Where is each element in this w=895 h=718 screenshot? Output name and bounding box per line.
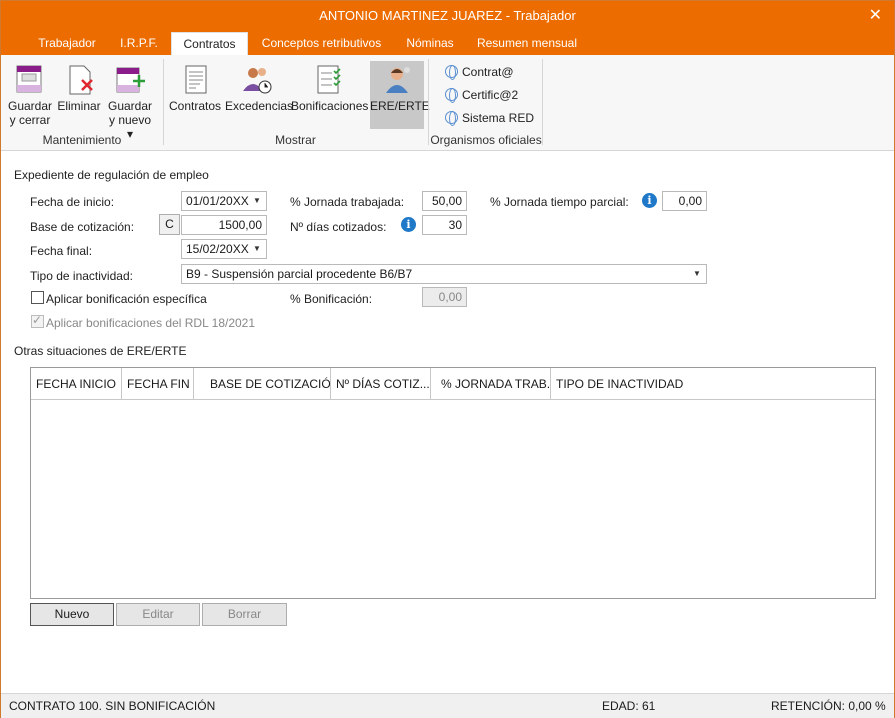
excedencias-button[interactable]: Excedencias — [225, 63, 294, 113]
ere-erte-button[interactable]: ERE/ERTE — [370, 61, 430, 129]
column-header-tipo-inactividad[interactable]: TIPO DE INACTIVIDAD — [551, 368, 875, 400]
contratos-button[interactable]: Contratos — [168, 63, 222, 113]
save-close-label-2: y cerrar — [9, 113, 51, 127]
title-bar: ANTONIO MARTINEZ JUAREZ - Trabajador ✕ — [1, 1, 894, 31]
checklist-icon — [312, 63, 346, 97]
globe-icon — [445, 65, 458, 80]
document-icon — [178, 63, 212, 97]
info-icon[interactable]: i — [401, 217, 416, 232]
jornada-label: % Jornada trabajada: — [290, 195, 405, 209]
column-header-base-cotizacion[interactable]: BASE DE COTIZACIÓN — [194, 368, 331, 400]
contrata-label: Contrat@ — [462, 65, 514, 79]
group-organismos-label: Organismos oficiales — [430, 133, 542, 147]
info-icon[interactable]: i — [642, 193, 657, 208]
tab-trabajador[interactable]: Trabajador — [28, 32, 106, 55]
base-calc-button[interactable]: C — [159, 214, 180, 235]
group-mostrar-label: Mostrar — [275, 133, 316, 147]
save-close-label-1: Guardar — [7, 99, 53, 113]
tab-contratos[interactable]: Contratos — [171, 32, 248, 55]
nuevo-button[interactable]: Nuevo — [30, 603, 114, 626]
dias-label: Nº días cotizados: — [290, 220, 387, 234]
tab-nominas[interactable]: Nóminas — [397, 32, 463, 55]
bonificacion-pct-label: % Bonificación: — [290, 292, 373, 306]
user-icon — [380, 63, 414, 97]
sistema-red-link[interactable]: Sistema RED — [445, 111, 535, 126]
fecha-inicio-value: 01/01/20XX — [186, 194, 249, 208]
ribbon-separator — [542, 59, 543, 145]
inactividad-label: Tipo de inactividad: — [30, 269, 133, 283]
save-close-icon — [13, 63, 47, 97]
delete-button[interactable]: Eliminar — [56, 63, 102, 113]
jornada-parcial-field[interactable]: 0,00 — [662, 191, 707, 211]
fecha-inicio-field[interactable]: 01/01/20XX ▼ — [181, 191, 267, 211]
chevron-down-icon[interactable]: ▼ — [688, 265, 706, 283]
column-header-fecha-fin[interactable]: FECHA FIN — [122, 368, 194, 400]
certifica2-link[interactable]: Certific@2 — [445, 88, 519, 103]
globe-icon — [445, 111, 458, 126]
grid-title: Otras situaciones de ERE/ERTE — [14, 344, 187, 358]
tab-bar: Trabajador I.R.P.F. Contratos Conceptos … — [1, 31, 894, 55]
status-retencion: RETENCIÓN: 0,00 % — [771, 699, 886, 713]
fecha-final-field[interactable]: 15/02/20XX ▼ — [181, 239, 267, 259]
borrar-button[interactable]: Borrar — [202, 603, 287, 626]
contratos-label: Contratos — [168, 99, 222, 113]
base-field[interactable]: 1500,00 — [181, 215, 267, 235]
bonificacion-checkbox-label: Aplicar bonificación específica — [46, 292, 207, 306]
sistema-red-label: Sistema RED — [462, 111, 535, 125]
window-title: ANTONIO MARTINEZ JUAREZ - Trabajador — [319, 8, 576, 23]
bonificacion-pct-field: 0,00 — [422, 287, 467, 307]
close-icon[interactable]: ✕ — [869, 1, 882, 31]
tab-irpf[interactable]: I.R.P.F. — [113, 32, 165, 55]
globe-icon — [445, 88, 458, 103]
save-close-button[interactable]: Guardar y cerrar — [7, 63, 53, 127]
save-new-label-1: Guardar — [107, 99, 153, 113]
chevron-down-icon[interactable]: ▼ — [248, 192, 266, 210]
inactividad-value: B9 - Suspensión parcial procedente B6/B7 — [186, 267, 413, 281]
fecha-final-value: 15/02/20XX — [186, 242, 249, 256]
status-bar: CONTRATO 100. SIN BONIFICACIÓN EDAD: 61 … — [1, 693, 894, 718]
bonificaciones-button[interactable]: Bonificaciones — [291, 63, 369, 113]
fecha-final-label: Fecha final: — [30, 244, 93, 258]
excedencias-label: Excedencias — [225, 99, 294, 113]
rdl-checkbox-label: Aplicar bonificaciones del RDL 18/2021 — [46, 316, 256, 330]
editar-button[interactable]: Editar — [116, 603, 200, 626]
column-header-fecha-inicio[interactable]: FECHA INICIO — [31, 368, 122, 400]
chevron-down-icon[interactable]: ▼ — [248, 240, 266, 258]
ribbon: Guardar y cerrar Eliminar Guardar y nuev… — [1, 55, 894, 151]
dias-field[interactable]: 30 — [422, 215, 467, 235]
contrata-link[interactable]: Contrat@ — [445, 65, 514, 80]
ere-erte-grid[interactable]: FECHA INICIO FECHA FIN BASE DE COTIZACIÓ… — [30, 367, 876, 599]
tab-resumen-mensual[interactable]: Resumen mensual — [471, 32, 583, 55]
check-icon: ✓ — [32, 313, 43, 327]
jornada-field[interactable]: 50,00 — [422, 191, 467, 211]
column-header-dias-cotizados[interactable]: Nº DÍAS COTIZ... — [331, 368, 431, 400]
ere-erte-label: ERE/ERTE — [370, 99, 430, 113]
bonificacion-checkbox[interactable] — [31, 291, 44, 304]
save-new-button[interactable]: Guardar y nuevo ▾ — [105, 63, 155, 141]
fecha-inicio-label: Fecha de inicio: — [30, 195, 115, 209]
jornada-parcial-label: % Jornada tiempo parcial: — [490, 195, 629, 209]
inactividad-select[interactable]: B9 - Suspensión parcial procedente B6/B7… — [181, 264, 707, 284]
worker-window: ANTONIO MARTINEZ JUAREZ - Trabajador ✕ T… — [0, 0, 895, 718]
bonificaciones-label: Bonificaciones — [291, 99, 369, 113]
delete-icon — [62, 63, 96, 97]
column-header-jornada[interactable]: % JORNADA TRAB... — [431, 368, 551, 400]
users-clock-icon — [240, 63, 274, 97]
status-contrato: CONTRATO 100. SIN BONIFICACIÓN — [9, 699, 216, 713]
section-title: Expediente de regulación de empleo — [14, 168, 209, 182]
tab-conceptos-retributivos[interactable]: Conceptos retributivos — [254, 32, 389, 55]
rdl-checkbox: ✓ — [31, 313, 44, 328]
base-label: Base de cotización: — [30, 220, 135, 234]
certifica2-label: Certific@2 — [462, 88, 519, 102]
group-mantenimiento-label: Mantenimiento — [42, 133, 122, 147]
delete-label: Eliminar — [57, 99, 101, 113]
save-new-icon — [113, 63, 147, 97]
status-edad: EDAD: 61 — [602, 699, 656, 713]
